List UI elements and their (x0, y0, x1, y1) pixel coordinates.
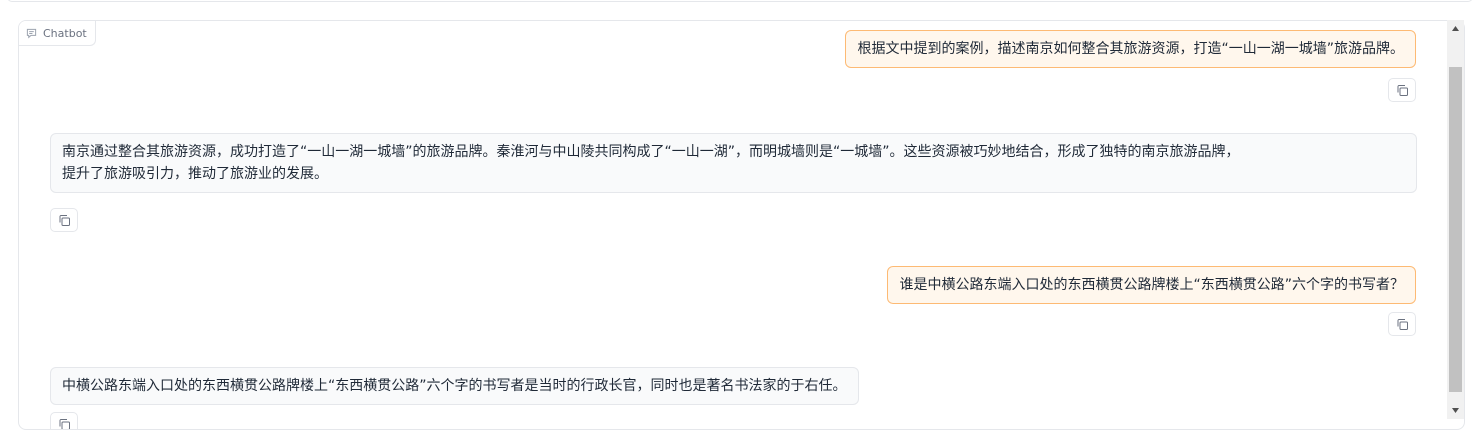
vertical-scrollbar[interactable] (1447, 20, 1464, 419)
message-text: 根据文中提到的案例，描述南京如何整合其旅游资源，打造“一山一湖一城墙”旅游品牌。 (857, 41, 1404, 57)
bot-message: 南京通过整合其旅游资源，成功打造了“一山一湖一城墙”的旅游品牌。秦淮河与中山陵共… (50, 133, 1417, 193)
message-line: 南京通过整合其旅游资源，成功打造了“一山一湖一城墙”的旅游品牌。秦淮河与中山陵共… (62, 141, 1405, 163)
copy-icon (1396, 84, 1409, 97)
copy-button[interactable] (50, 208, 78, 232)
copy-icon (58, 418, 71, 430)
copy-icon (58, 214, 71, 227)
user-message: 根据文中提到的案例，描述南京如何整合其旅游资源，打造“一山一湖一城墙”旅游品牌。 (845, 30, 1416, 68)
message-line: 提升了旅游吸引力，推动了旅游业的发展。 (62, 163, 1405, 185)
chatbot-label-text: Chatbot (43, 27, 87, 40)
message-text: 中横公路东端入口处的东西横贯公路牌楼上“东西横贯公路”六个字的书写者是当时的行政… (62, 378, 847, 394)
copy-button[interactable] (1388, 312, 1416, 336)
chatbot-label: Chatbot (19, 21, 96, 46)
copy-button[interactable] (1388, 78, 1416, 102)
copy-button[interactable] (50, 412, 78, 430)
user-message: 谁是中横公路东端入口处的东西横贯公路牌楼上“东西横贯公路”六个字的书写者？ (887, 266, 1416, 304)
previous-panel (7, 0, 1473, 2)
message-text: 谁是中横公路东端入口处的东西横贯公路牌楼上“东西横贯公路”六个字的书写者？ (899, 277, 1404, 293)
arrow-up-icon[interactable] (1447, 20, 1464, 37)
copy-icon (1396, 318, 1409, 331)
scrollbar-thumb[interactable] (1449, 67, 1462, 392)
chatbot-panel: Chatbot 根据文中提到的案例，描述南京如何整合其旅游资源，打造“一山一湖一… (18, 20, 1465, 430)
chat-bubble-icon (26, 28, 37, 39)
bot-message: 中横公路东端入口处的东西横贯公路牌楼上“东西横贯公路”六个字的书写者是当时的行政… (50, 367, 859, 405)
arrow-down-icon[interactable] (1447, 402, 1464, 419)
